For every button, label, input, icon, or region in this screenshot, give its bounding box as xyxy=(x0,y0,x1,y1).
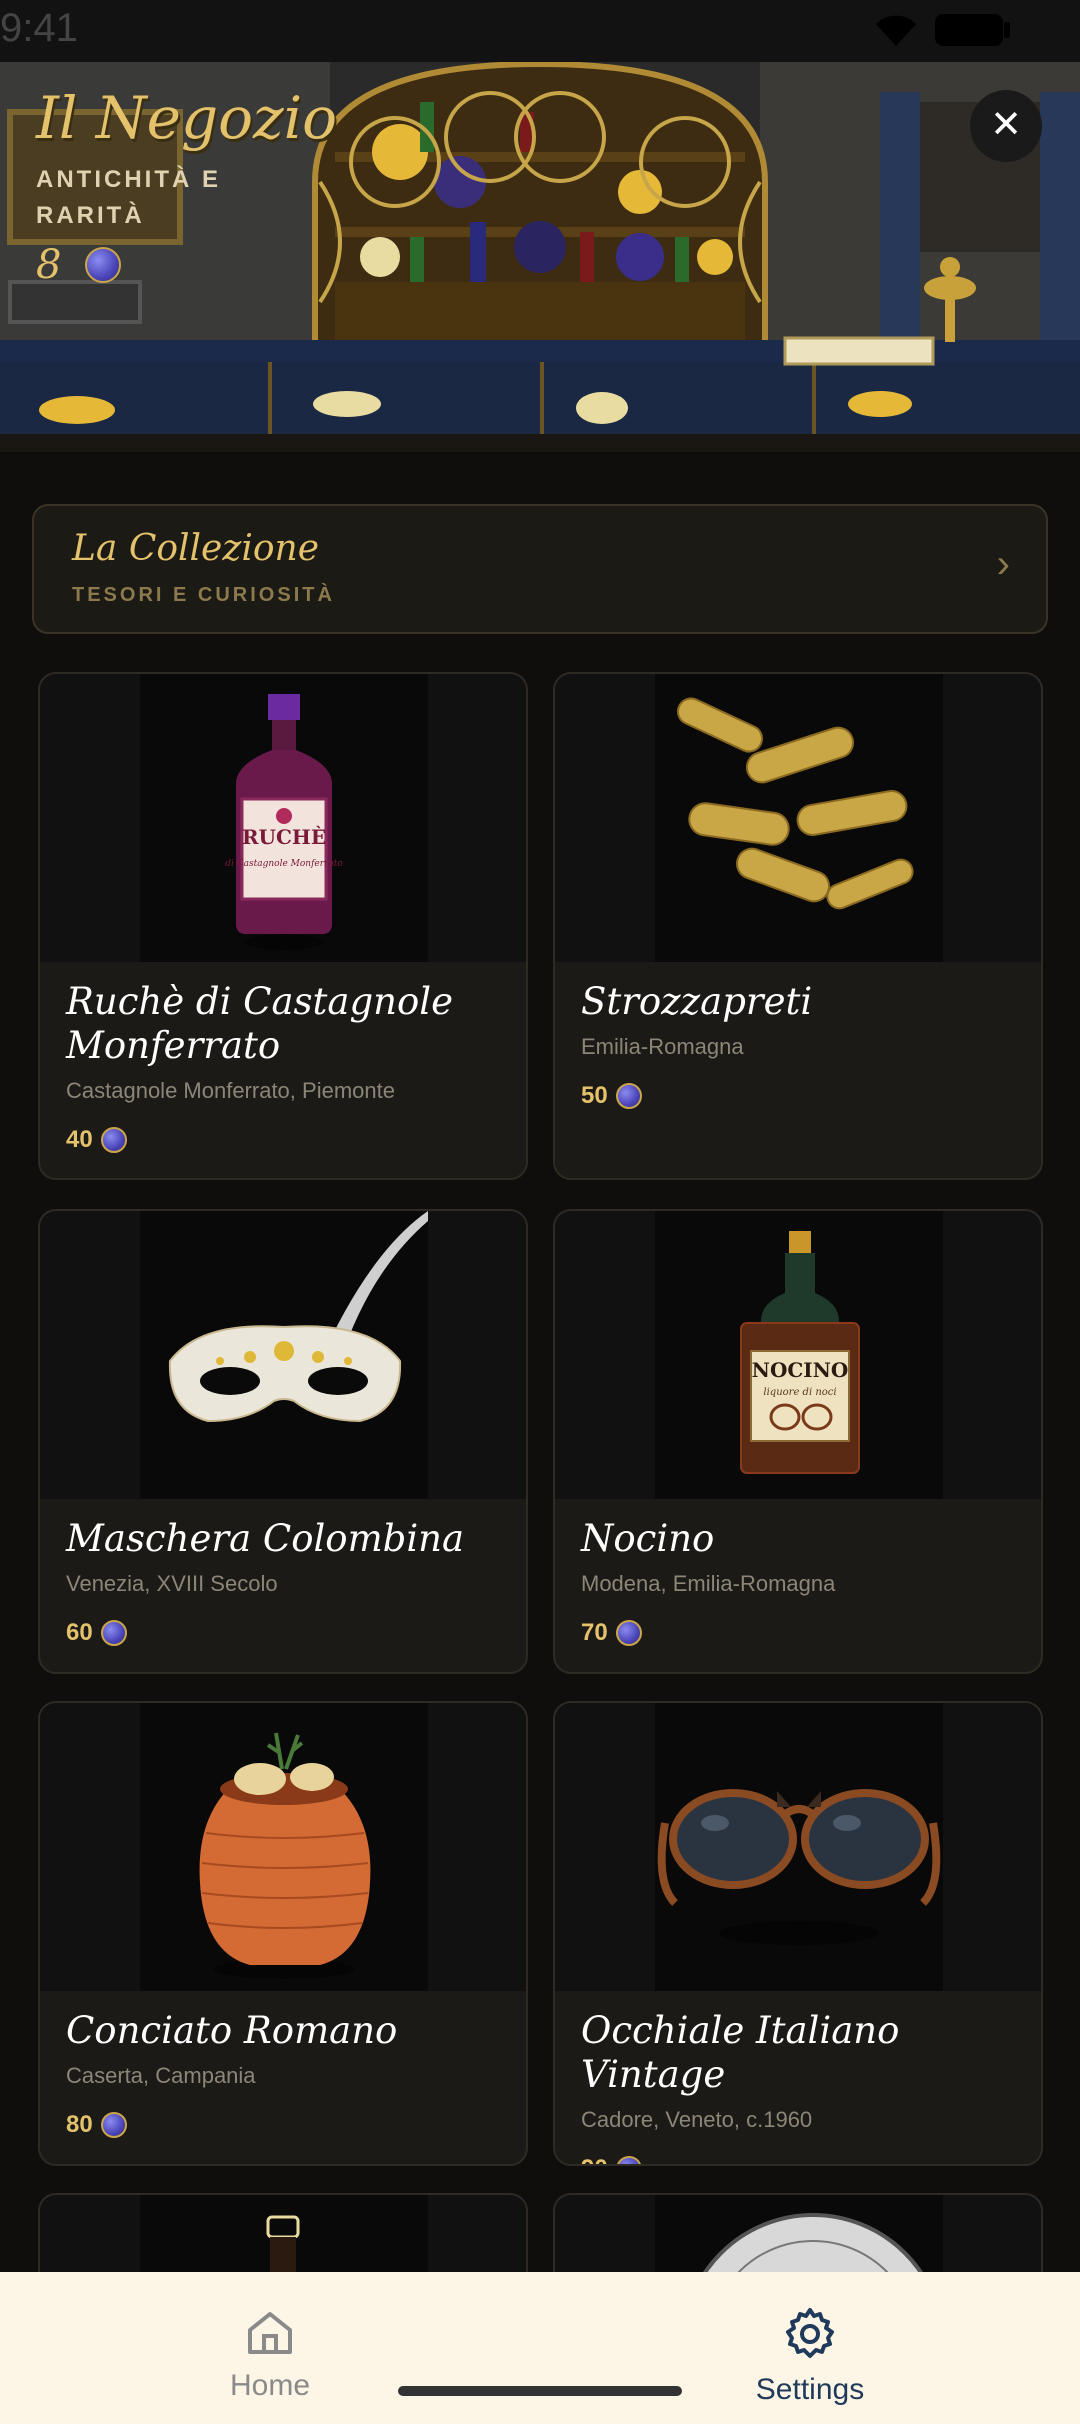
product-price: 60 xyxy=(40,1597,526,1647)
price-value: 50 xyxy=(581,1082,608,1109)
battery-icon xyxy=(935,14,1003,46)
price-value: 60 xyxy=(66,1619,93,1646)
liqueur-bottle-icon: NOCINO liquore di noci xyxy=(740,1231,860,1474)
product-card[interactable]: Occhiale Italiano Vintage Cadore, Veneto… xyxy=(553,1701,1043,2166)
product-origin: Castagnole Monferrato, Piemonte xyxy=(66,1078,395,1103)
product-image xyxy=(555,1703,1041,1991)
product-origin: Emilia-Romagna xyxy=(581,1034,744,1059)
nav-home[interactable]: Home xyxy=(170,2304,370,2403)
product-card[interactable]: Conciato Romano Caserta, Campania 80 xyxy=(38,1701,528,2166)
close-button[interactable]: ✕ xyxy=(970,90,1042,162)
chevron-right-icon: › xyxy=(996,542,1010,586)
product-name: Nocino xyxy=(581,1517,715,1560)
price-value: 80 xyxy=(66,2111,93,2138)
sunglasses-icon xyxy=(657,1789,941,1945)
nav-home-label: Home xyxy=(229,2369,311,2402)
gear-icon xyxy=(786,2308,834,2358)
coin-count: 8 xyxy=(36,242,62,288)
product-image xyxy=(40,1703,526,1991)
product-image xyxy=(555,674,1041,962)
status-time: 9:41 xyxy=(0,6,78,50)
home-indicator xyxy=(398,2386,682,2396)
wine-bottle-icon: RUCHÈ di Castagnole Monferrato xyxy=(225,694,343,950)
shop-subtitle: ANTICHITÀ E RARITÀ xyxy=(36,166,221,229)
product-card[interactable]: Strozzapreti Emilia-Romagna 50 xyxy=(553,672,1043,1180)
coin-icon xyxy=(85,247,122,283)
product-origin: Modena, Emilia-Romagna xyxy=(581,1571,836,1596)
price-value: 40 xyxy=(66,1126,93,1153)
coin-balance: 8 xyxy=(36,242,122,288)
battery-tip xyxy=(1004,22,1010,38)
product-price: 70 xyxy=(555,1597,1041,1647)
coin-icon xyxy=(100,2112,127,2138)
coin-icon xyxy=(100,1620,127,1646)
product-name: Conciato Romano xyxy=(66,2009,398,2052)
collection-subtitle: TESORI E CURIOSITÀ xyxy=(72,584,335,606)
pasta-icon xyxy=(676,697,914,910)
product-name: Ruchè di Castagnole Monferrato xyxy=(66,980,453,1067)
product-card[interactable]: NOCINO liquore di noci Nocino Modena, Em… xyxy=(553,1209,1043,1674)
bottom-nav: Home Settings xyxy=(0,2272,1080,2424)
product-image: RUCHÈ di Castagnole Monferrato xyxy=(40,674,526,962)
price-value: 70 xyxy=(581,1619,608,1646)
product-origin: Cadore, Veneto, c.1960 xyxy=(581,2107,813,2132)
price-value: 90 xyxy=(581,2155,608,2164)
bottle-label: RUCHÈ xyxy=(242,825,326,849)
product-price: 90 xyxy=(555,2133,1041,2164)
product-price: 80 xyxy=(40,2089,526,2139)
product-image xyxy=(40,1211,526,1499)
coin-icon xyxy=(100,1127,127,1153)
nav-settings[interactable]: Settings xyxy=(710,2304,910,2407)
coin-icon xyxy=(615,1083,642,1109)
product-origin: Venezia, XVIII Secolo xyxy=(66,1571,278,1596)
bottle-label: NOCINO xyxy=(752,1358,849,1382)
coin-icon xyxy=(615,1620,642,1646)
product-price: 50 xyxy=(555,1060,1041,1110)
collection-banner[interactable]: La Collezione TESORI E CURIOSITÀ › xyxy=(32,504,1048,634)
shop-header: Il Negozio ANTICHITÀ E RARITÀ 8 ✕ xyxy=(0,62,1080,452)
bottle-label-small: liquore di noci xyxy=(763,1387,836,1398)
nav-settings-label: Settings xyxy=(755,2373,865,2406)
product-card[interactable]: Maschera Colombina Venezia, XVIII Secolo… xyxy=(38,1209,528,1674)
bottle-label-small: di Castagnole Monferrato xyxy=(225,859,343,869)
product-card[interactable]: RUCHÈ di Castagnole Monferrato Ruchè di … xyxy=(38,672,528,1180)
coin-icon xyxy=(615,2156,642,2164)
product-name: Strozzapreti xyxy=(581,980,813,1023)
product-origin: Caserta, Campania xyxy=(66,2063,256,2088)
product-name: Maschera Colombina xyxy=(66,1517,465,1560)
cheese-jar-icon xyxy=(199,1732,371,1979)
status-bar: 9:41 xyxy=(0,0,1080,62)
shop-title: Il Negozio xyxy=(36,84,338,152)
collection-title: La Collezione xyxy=(72,528,320,569)
product-name: Occhiale Italiano Vintage xyxy=(581,2009,900,2096)
product-image: NOCINO liquore di noci xyxy=(555,1211,1041,1499)
home-icon xyxy=(248,2312,292,2354)
product-price: 40 xyxy=(40,1104,526,1154)
wifi-icon xyxy=(876,15,916,46)
mask-icon xyxy=(168,1211,428,1423)
